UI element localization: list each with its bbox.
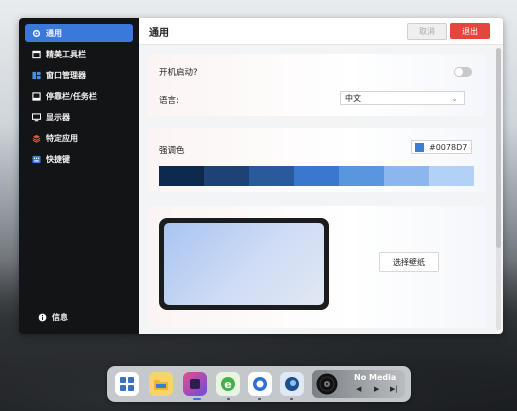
sidebar-item-label: 显示器 bbox=[46, 112, 70, 122]
choose-wallpaper-button[interactable]: 选择壁纸 bbox=[379, 252, 439, 272]
layers-icon bbox=[31, 133, 41, 143]
palette-swatch[interactable] bbox=[204, 166, 249, 186]
cancel-button[interactable]: 取消 bbox=[407, 23, 447, 40]
sidebar-item-window-manager[interactable]: 窗口管理器 bbox=[25, 66, 133, 84]
autostart-label: 开机启动? bbox=[159, 68, 198, 78]
vinyl-disc-icon bbox=[316, 373, 338, 395]
palette-swatch[interactable] bbox=[294, 166, 339, 186]
steam-like-icon[interactable] bbox=[280, 372, 304, 396]
palette-swatch[interactable] bbox=[384, 166, 429, 186]
sidebar-item-monitor[interactable]: 显示器 bbox=[25, 108, 133, 126]
sidebar-item-label: 特定应用 bbox=[46, 133, 78, 143]
toolbar-icon bbox=[31, 49, 41, 59]
accent-color-value: #0078D7 bbox=[429, 142, 468, 152]
monitor-icon bbox=[31, 112, 41, 122]
sidebar-item-label: 快捷键 bbox=[46, 154, 70, 164]
circle-app-icon[interactable] bbox=[248, 372, 272, 396]
dock-icon bbox=[31, 91, 41, 101]
sidebar-item-info[interactable]: 信息 bbox=[31, 308, 68, 326]
sidebar-item-specific-apps[interactable]: 特定应用 bbox=[25, 129, 133, 147]
running-app-indicator bbox=[290, 398, 293, 400]
edge-browser-icon[interactable]: e bbox=[216, 372, 240, 396]
accent-color-card: 强调色 #0078D7 bbox=[147, 128, 486, 192]
exit-button[interactable]: 退出 bbox=[450, 23, 490, 39]
content-header: 通用 bbox=[139, 18, 503, 45]
active-app-indicator bbox=[193, 398, 201, 400]
sidebar-item-toolbar[interactable]: 精美工具栏 bbox=[25, 45, 133, 63]
keyboard-icon bbox=[31, 154, 41, 164]
settings-content: 通用 取消 退出 开机启动? 语言: 中文 ⌄ 强调色 #0078D7 选择壁纸 bbox=[139, 18, 503, 334]
palette-swatch[interactable] bbox=[339, 166, 384, 186]
file-explorer-icon[interactable] bbox=[149, 372, 173, 396]
palette-swatch[interactable] bbox=[159, 166, 204, 186]
autostart-toggle[interactable] bbox=[454, 67, 472, 77]
window-manager-icon bbox=[31, 70, 41, 80]
accent-color-picker[interactable]: #0078D7 bbox=[411, 140, 473, 154]
scrollbar-thumb[interactable] bbox=[496, 48, 501, 248]
sidebar-item-label: 信息 bbox=[52, 312, 68, 322]
sidebar-item-label: 通用 bbox=[46, 28, 62, 38]
language-label: 语言: bbox=[159, 96, 179, 106]
sidebar-item-label: 停靠栏/任务栏 bbox=[46, 91, 97, 101]
running-app-indicator bbox=[258, 398, 261, 400]
wallpaper-preview-screen bbox=[164, 223, 324, 305]
media-play-button[interactable]: ▶ bbox=[374, 385, 379, 393]
sidebar: 通用 精美工具栏 窗口管理器 停靠栏/任务栏 显示器 特定应用 快捷键 信息 bbox=[19, 18, 139, 334]
media-title: No Media bbox=[354, 373, 397, 382]
sidebar-item-general[interactable]: 通用 bbox=[25, 24, 133, 42]
media-widget: No Media ◀ ▶ ▶| bbox=[312, 370, 405, 398]
palette-swatch[interactable] bbox=[429, 166, 474, 186]
wallpaper-card: 选择壁纸 bbox=[147, 206, 486, 328]
info-icon bbox=[37, 312, 47, 322]
media-previous-button[interactable]: ◀ bbox=[356, 385, 361, 393]
palette-swatch[interactable] bbox=[249, 166, 294, 186]
sidebar-item-label: 窗口管理器 bbox=[46, 70, 86, 80]
toggle-knob bbox=[455, 68, 463, 76]
accent-color-swatch bbox=[415, 142, 424, 152]
sidebar-item-shortcuts[interactable]: 快捷键 bbox=[25, 150, 133, 168]
accent-color-label: 强调色 bbox=[159, 146, 185, 156]
svg-text:e: e bbox=[224, 378, 231, 391]
content-scrollbar[interactable] bbox=[496, 48, 501, 330]
gear-icon bbox=[31, 28, 41, 38]
dock: e No Media ◀ ▶ ▶| bbox=[107, 366, 411, 402]
running-app-indicator bbox=[227, 398, 230, 400]
sidebar-item-label: 精美工具栏 bbox=[46, 49, 86, 59]
chevron-down-icon: ⌄ bbox=[451, 94, 458, 103]
page-title: 通用 bbox=[149, 27, 169, 39]
sidebar-item-dock[interactable]: 停靠栏/任务栏 bbox=[25, 87, 133, 105]
media-next-button[interactable]: ▶| bbox=[390, 385, 398, 393]
wallpaper-preview bbox=[159, 218, 329, 310]
language-select[interactable]: 中文 ⌄ bbox=[340, 91, 465, 105]
language-value: 中文 bbox=[345, 93, 361, 103]
general-settings-card: 开机启动? 语言: 中文 ⌄ bbox=[147, 54, 486, 116]
accent-palette bbox=[159, 166, 474, 186]
settings-window: 通用 精美工具栏 窗口管理器 停靠栏/任务栏 显示器 特定应用 快捷键 信息 通… bbox=[19, 18, 503, 334]
start-grid-icon[interactable] bbox=[115, 372, 139, 396]
color-app-icon[interactable] bbox=[183, 372, 207, 396]
